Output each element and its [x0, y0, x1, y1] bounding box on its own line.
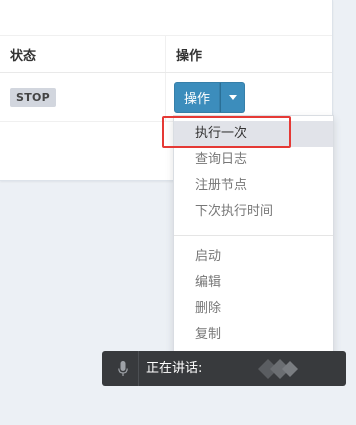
- menu-item-next-trigger-time[interactable]: 下次执行时间: [174, 199, 333, 225]
- voice-bar-divider: [138, 351, 139, 386]
- status-badge: STOP: [10, 87, 57, 107]
- highlight-annotation-box: [162, 116, 291, 148]
- action-dropdown-menu: 执行一次 查询日志 注册节点 下次执行时间 启动 编辑 删除 复制: [173, 115, 334, 357]
- header-status: 状态: [0, 35, 166, 73]
- table-header-row: 状态 操作: [0, 35, 332, 73]
- voice-bar-label: 正在讲话:: [146, 361, 203, 376]
- speaker-avatar-icon: [258, 359, 298, 379]
- microphone-icon: [118, 361, 128, 376]
- menu-item-query-log[interactable]: 查询日志: [174, 147, 333, 173]
- menu-item-start[interactable]: 启动: [174, 244, 333, 270]
- menu-item-copy[interactable]: 复制: [174, 322, 333, 348]
- menu-item-edit[interactable]: 编辑: [174, 270, 333, 296]
- action-button-group: 操作: [174, 81, 246, 113]
- menu-item-delete[interactable]: 删除: [174, 296, 333, 322]
- action-button[interactable]: 操作: [174, 81, 221, 113]
- caret-down-icon: [228, 94, 237, 100]
- status-cell: STOP: [0, 72, 166, 122]
- action-dropdown-toggle[interactable]: [220, 81, 246, 113]
- job-table: 状态 操作 STOP 操作: [0, 35, 332, 122]
- voice-talking-bar: 正在讲话:: [102, 351, 346, 386]
- menu-divider: [174, 235, 333, 236]
- menu-item-registry-node[interactable]: 注册节点: [174, 173, 333, 199]
- header-action: 操作: [165, 35, 332, 73]
